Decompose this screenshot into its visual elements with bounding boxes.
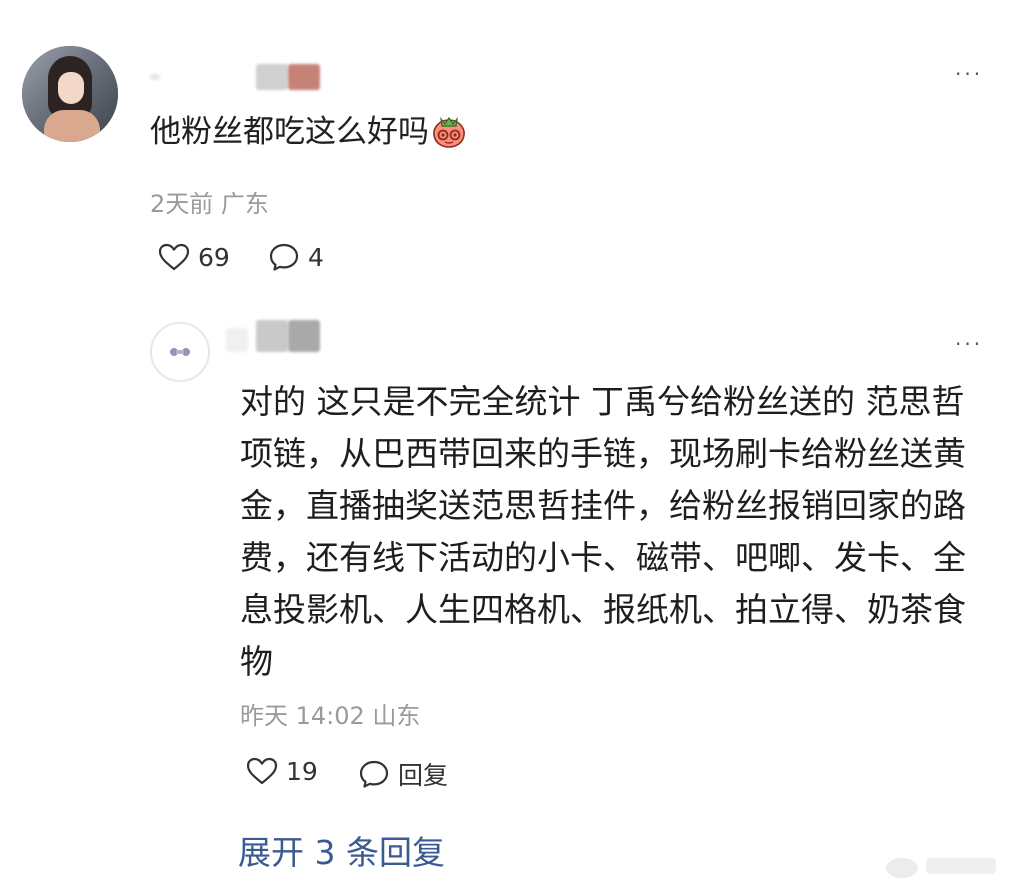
reply-more-options-icon[interactable]: ···: [955, 334, 983, 354]
reply-like-button[interactable]: 19: [246, 756, 318, 786]
reply-avatar[interactable]: [150, 322, 210, 382]
comment-bubble-icon: [358, 759, 390, 789]
reply-count-button[interactable]: 4: [268, 242, 324, 272]
watermark-icon: [886, 858, 996, 878]
reply-avatar-icon: [170, 348, 190, 356]
watermark: [882, 850, 1002, 886]
avatar[interactable]: [22, 46, 118, 142]
reply-count: 4: [308, 242, 324, 272]
reply-button[interactable]: 回复: [358, 756, 448, 792]
comment-text-body: 他粉丝都吃这么好吗: [150, 114, 429, 150]
expand-replies-link[interactable]: 展开 3 条回复: [238, 826, 445, 874]
reply-like-count: 19: [286, 756, 318, 786]
more-options-icon[interactable]: ···: [955, 64, 983, 84]
avatar-face: [58, 72, 84, 104]
comment-meta: 2天前 广东: [150, 190, 269, 218]
avatar-body: [44, 110, 100, 142]
heart-icon: [246, 756, 278, 786]
comment-text: 他粉丝都吃这么好吗: [150, 110, 467, 154]
reply-meta: 昨天 14:02 山东: [240, 702, 421, 730]
comment-bubble-icon: [268, 242, 300, 272]
username-redacted[interactable]: [150, 64, 320, 90]
like-button[interactable]: 69: [158, 242, 230, 272]
reply-username-redacted[interactable]: [226, 320, 322, 354]
reply-text: 对的 这只是不完全统计 丁禹兮给粉丝送的 范思哲项链，从巴西带回来的手链，现场刷…: [240, 382, 966, 681]
reply-label: 回复: [398, 761, 449, 790]
heart-icon: [158, 242, 190, 272]
like-count: 69: [198, 242, 230, 272]
strawberry-emoji-icon: [431, 114, 467, 148]
